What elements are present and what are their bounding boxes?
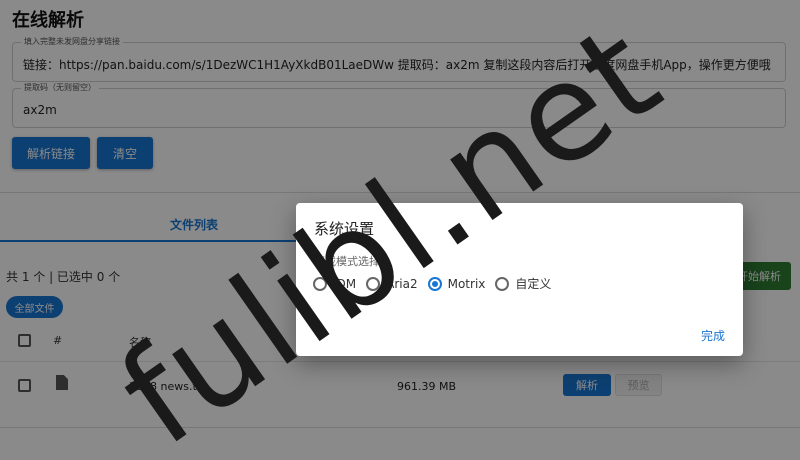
done-button[interactable]: 完成 bbox=[701, 327, 725, 344]
radio-label: 自定义 bbox=[515, 277, 552, 291]
radio-label: Aria2 bbox=[386, 276, 418, 291]
radio-button[interactable] bbox=[366, 276, 381, 291]
radio-option-idm[interactable]: IDM bbox=[313, 276, 357, 291]
radio-option-aria2[interactable]: Aria2 bbox=[366, 276, 418, 291]
radio-option-custom[interactable]: 自定义 bbox=[495, 275, 551, 292]
radio-button[interactable] bbox=[495, 276, 510, 291]
settings-dialog: 系统设置 下载模式选择 IDM Aria2 Motrix 自定义 完成 bbox=[296, 203, 743, 356]
dialog-title: 系统设置 bbox=[314, 220, 375, 238]
radio-option-motrix[interactable]: Motrix bbox=[427, 276, 486, 291]
radio-label: IDM bbox=[333, 276, 357, 291]
radio-button[interactable] bbox=[313, 276, 327, 291]
download-mode-label: 下载模式选择 bbox=[314, 255, 380, 268]
radio-button-selected[interactable] bbox=[427, 276, 442, 291]
download-mode-radio-group: IDM Aria2 Motrix 自定义 bbox=[313, 275, 561, 292]
radio-label: Motrix bbox=[447, 276, 486, 291]
